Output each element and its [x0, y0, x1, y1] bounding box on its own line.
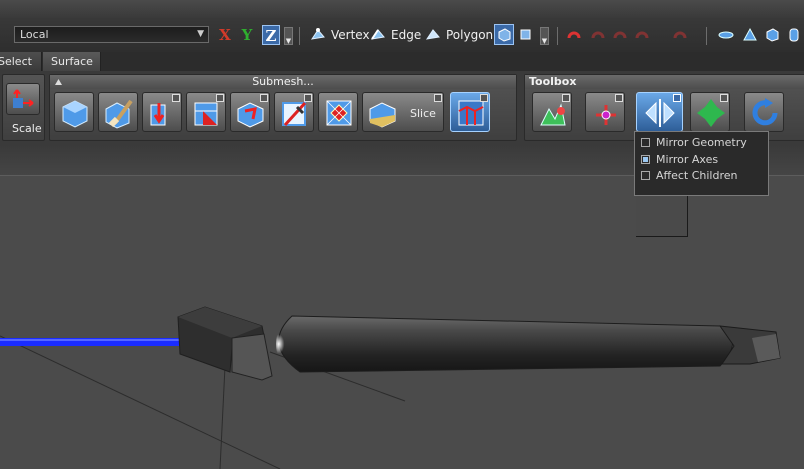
vertex-mode-icon[interactable] — [310, 27, 326, 42]
scale-arrows-icon — [13, 89, 34, 108]
snap-vertex-icon[interactable] — [612, 27, 628, 42]
cube-primitive-icon[interactable] — [764, 27, 780, 42]
options-corner-icon — [216, 94, 224, 102]
top-toolbar: Local ▼ X Y Z ▼ Vertex Edge Polygon ▼ — [0, 0, 804, 52]
axis-x-toggle[interactable]: X — [216, 25, 234, 45]
chevron-down-icon: ▼ — [197, 29, 204, 39]
options-corner-icon — [172, 94, 180, 102]
vertex-mode-button[interactable]: Vertex — [331, 26, 370, 44]
mirror-geometry-option[interactable]: Mirror Geometry — [641, 135, 747, 151]
mirror-geometry-checkbox[interactable] — [641, 138, 650, 147]
magnet-icon[interactable] — [566, 27, 582, 42]
menu-strip — [0, 0, 804, 18]
affect-children-checkbox[interactable] — [641, 171, 650, 180]
options-corner-icon — [615, 94, 623, 102]
cylinder-icon[interactable] — [786, 27, 802, 42]
mirror-geometry-label: Mirror Geometry — [656, 136, 747, 149]
affect-children-option[interactable]: Affect Children — [641, 168, 738, 184]
options-corner-icon — [562, 94, 570, 102]
snap-grid-icon[interactable] — [590, 27, 606, 42]
brush-icon — [105, 99, 133, 129]
tab-select[interactable]: Select — [0, 52, 42, 71]
options-corner-icon — [720, 94, 728, 102]
axis-z-toggle[interactable]: Z — [262, 25, 280, 45]
multi-select-icon[interactable] — [518, 27, 534, 42]
cube-icon — [498, 28, 511, 42]
specular-highlight — [276, 320, 304, 368]
edge-mode-button[interactable]: Edge — [391, 26, 421, 44]
popup-shadow — [636, 195, 688, 237]
toolbox-title: Toolbox — [525, 75, 804, 89]
axis-options-dropdown[interactable]: ▼ — [284, 27, 293, 45]
tab-label: Surface — [51, 55, 93, 68]
toolbar-divider — [706, 27, 707, 45]
options-corner-icon — [480, 94, 488, 102]
coordinate-space-value: Local — [20, 28, 49, 41]
cone-icon[interactable] — [742, 27, 758, 42]
submesh-paint-button[interactable] — [98, 92, 138, 132]
collapse-icon[interactable] — [54, 78, 63, 86]
coordinate-space-select[interactable]: Local ▼ — [14, 26, 209, 43]
tab-label: Select — [0, 55, 32, 68]
submesh-edge-loop-button[interactable] — [450, 92, 490, 132]
affect-children-label: Affect Children — [656, 169, 738, 182]
rounded-cube-icon — [62, 100, 88, 128]
toolbox-pivot-button[interactable] — [585, 92, 625, 132]
plane-icon[interactable] — [718, 27, 734, 42]
mirror-axes-label: Mirror Axes — [656, 153, 719, 166]
object-mode-button[interactable] — [494, 24, 514, 45]
toolbox-rotate-button[interactable] — [744, 92, 784, 132]
rotate-icon — [752, 98, 778, 126]
selection-options-dropdown[interactable]: ▼ — [540, 27, 549, 45]
options-corner-icon — [304, 94, 312, 102]
toolbar-divider — [299, 27, 300, 45]
snap-face-icon[interactable] — [672, 27, 688, 42]
close-options-icon[interactable] — [673, 94, 681, 102]
axis-y-toggle[interactable]: Y — [238, 25, 256, 45]
mirror-options-popup: Mirror Geometry Mirror Axes Affect Child… — [634, 131, 769, 196]
slice-label: Slice — [410, 107, 436, 120]
tab-bar: Select Surface — [0, 52, 804, 72]
triangulate-icon — [326, 100, 352, 126]
slice-icon — [369, 102, 396, 128]
options-corner-icon — [260, 94, 268, 102]
submesh-extrude-button[interactable] — [142, 92, 182, 132]
scale-label: Scale — [12, 122, 42, 135]
scale-button[interactable] — [6, 83, 40, 115]
toolbox-move-button[interactable] — [690, 92, 730, 132]
tab-surface[interactable]: Surface — [43, 52, 101, 71]
toolbox-mirror-button[interactable] — [636, 92, 683, 132]
edge-mode-icon[interactable] — [370, 27, 386, 42]
polygon-mode-icon[interactable] — [425, 27, 441, 42]
options-corner-icon — [434, 94, 442, 102]
toolbox-sculpt-button[interactable] — [532, 92, 572, 132]
model-block-side-face — [231, 333, 273, 381]
submesh-inset-button[interactable] — [230, 92, 270, 132]
polygon-mode-button[interactable]: Polygon — [446, 26, 493, 44]
mirror-axes-checkbox[interactable] — [641, 155, 650, 164]
submesh-triangulate-button[interactable] — [318, 92, 358, 132]
toolbar-divider — [557, 27, 558, 45]
submesh-title: Submesh... — [50, 75, 516, 89]
submesh-bevel-button[interactable] — [54, 92, 94, 132]
mirror-axes-option[interactable]: Mirror Axes — [641, 152, 718, 168]
submesh-knife-button[interactable] — [274, 92, 314, 132]
snap-edge-icon[interactable] — [634, 27, 650, 42]
submesh-split-button[interactable] — [186, 92, 226, 132]
model-body[interactable] — [278, 315, 733, 373]
